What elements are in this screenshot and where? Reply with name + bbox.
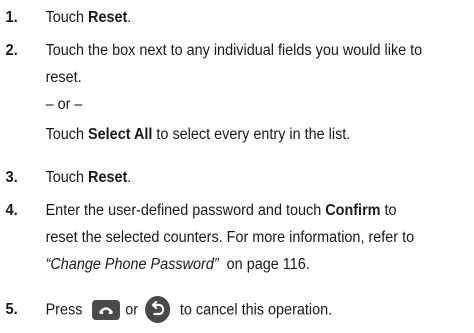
step-text-line: Touch Select All to select every entry i… <box>46 122 351 148</box>
text-fragment: on page 116. <box>218 256 310 273</box>
text-fragment: Press <box>45 301 83 319</box>
step-text-line: Press or to cancel this operation. <box>45 296 333 324</box>
step-text-line: Enter the user-defined password and touc… <box>46 198 397 224</box>
step-text-line: “Change Phone Password” on page 116. <box>46 252 310 278</box>
text-fragment: to <box>380 202 397 219</box>
step-text: Touch Reset. <box>46 5 132 31</box>
text-fragment: Touch <box>45 169 89 186</box>
text-fragment: or <box>125 301 139 319</box>
step-text-line: reset. <box>45 69 82 86</box>
text-fragment: to select every entry in the list. <box>152 126 351 143</box>
step-number: 4. <box>5 202 18 219</box>
end-key-icon <box>91 299 120 320</box>
reset-label: Reset <box>88 9 128 26</box>
cross-reference-link: “Change Phone Password” <box>45 256 219 273</box>
step-text: Touch Reset. <box>46 165 132 191</box>
step-text-line: Touch the box next to any individual fie… <box>45 42 423 59</box>
instruction-page: 1. Touch Reset. 2. Touch the box next to… <box>0 0 474 333</box>
text-fragment: Enter the user-defined password and touc… <box>45 202 326 219</box>
text-fragment: Touch <box>45 9 89 26</box>
reset-label: Reset <box>88 169 128 186</box>
confirm-label: Confirm <box>325 202 381 219</box>
back-key-icon <box>145 296 171 323</box>
select-all-label: Select All <box>88 126 153 143</box>
step-number: 5. <box>5 301 18 318</box>
text-fragment: . <box>127 9 132 26</box>
text-fragment: . <box>127 169 132 186</box>
step-number: 1. <box>5 9 18 26</box>
step-number: 2. <box>5 42 18 59</box>
text-fragment: Touch <box>45 126 89 143</box>
or-separator: – or – <box>45 96 83 113</box>
text-fragment: to cancel this operation. <box>179 301 333 319</box>
step-number: 3. <box>5 169 18 186</box>
step-text-line: reset the selected counters. For more in… <box>45 229 415 246</box>
